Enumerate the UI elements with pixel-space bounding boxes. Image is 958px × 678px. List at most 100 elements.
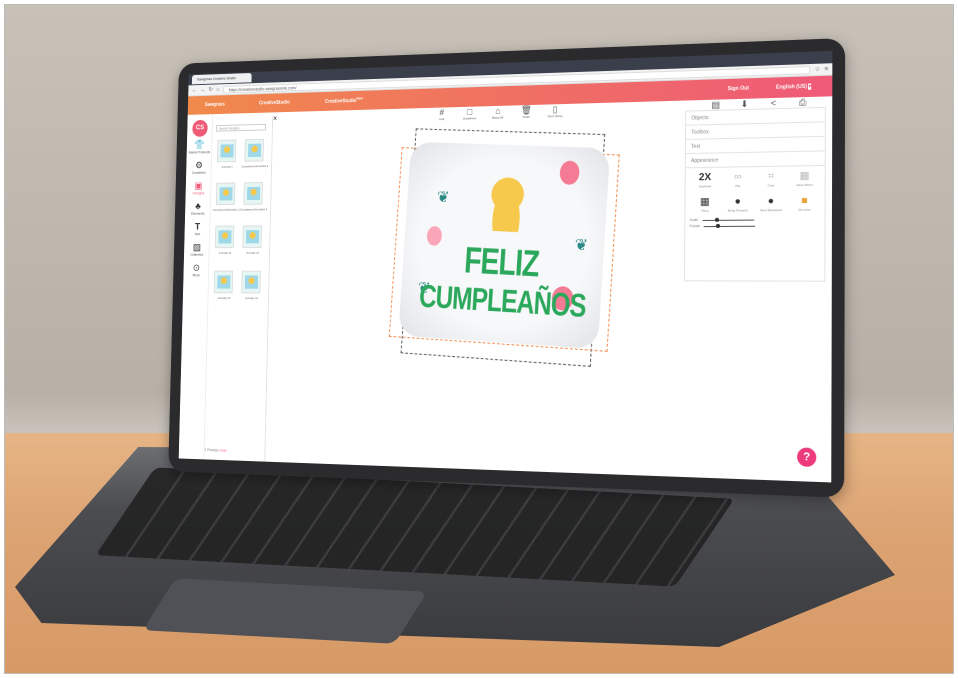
design-thumb[interactable]: Animals 13 xyxy=(214,271,233,294)
duplicate-button[interactable]: 2X Duplicate xyxy=(690,172,721,189)
home-icon[interactable]: ⌂ xyxy=(216,87,219,93)
thumb-label: CumpleanosSencillos 3 xyxy=(239,207,269,211)
slider-knob[interactable] xyxy=(716,223,720,227)
text-icon: T xyxy=(186,222,208,232)
menu-icon[interactable]: ≡ xyxy=(824,66,828,72)
photo-frame: Sawgrass Creative Studio ← → ↻ ⌂ https:/… xyxy=(4,4,954,674)
trash-icon: 🗑 xyxy=(519,105,534,115)
laptop-screen: Sawgrass Creative Studio ← → ↻ ⌂ https:/… xyxy=(179,51,833,483)
cs-logo: CS xyxy=(192,120,208,137)
page-icon: ▯ xyxy=(547,104,563,114)
toolbar-label: Grid xyxy=(439,117,444,121)
clear-mirror-button[interactable]: ▦ Clear Mirror xyxy=(789,170,821,187)
back-icon[interactable]: ← xyxy=(192,87,197,93)
design-thumb[interactable]: Animals 12 xyxy=(242,225,262,248)
tiger-illustration xyxy=(484,174,529,233)
star-icon[interactable]: ☆ xyxy=(814,66,820,73)
creativestudio-new-link[interactable]: CreativeStudioNew xyxy=(325,97,363,105)
trash-button[interactable]: 🗑 Trash xyxy=(519,105,534,119)
leaf-icon: ❦ xyxy=(436,187,450,207)
grid-button[interactable]: # Grid xyxy=(434,107,449,121)
headline-text[interactable]: FELIZ CUMPLEAÑOS xyxy=(418,240,584,326)
flip-button[interactable]: ∞ Flip xyxy=(722,171,753,188)
bleed-icon: ⌂ xyxy=(490,106,505,116)
send-backward-icon: ● xyxy=(755,195,786,208)
toolbar-label: Guidelines xyxy=(463,116,476,120)
slider-knob[interactable] xyxy=(715,217,719,221)
tiling-button[interactable]: ▦ Tiling xyxy=(690,196,721,213)
bring-forward-button[interactable]: ● Bring Forward xyxy=(722,196,753,213)
guidelines-icon: □ xyxy=(462,107,477,117)
rotate-slider[interactable]: Rotate xyxy=(685,222,824,229)
thumb-image xyxy=(248,144,261,157)
sidebar-item-text[interactable]: T Text xyxy=(186,222,208,236)
bring-forward-icon: ● xyxy=(722,196,753,209)
brand-link[interactable]: Sawgrass xyxy=(205,102,225,108)
reload-icon[interactable]: ↻ xyxy=(209,86,213,93)
dont-show-button[interactable]: ▯ Don't Show xyxy=(547,104,563,118)
slider-track xyxy=(704,225,755,226)
print-icon: ⎙ xyxy=(794,97,811,108)
creativestudio-link[interactable]: CreativeStudio xyxy=(259,100,290,107)
tools-row: 2X Duplicate ∞ Flip ⌗ Crop ▦ Clear Mirror xyxy=(686,166,825,193)
thumb-label: Animals 11 xyxy=(210,251,239,255)
tiling-icon: ▦ xyxy=(690,196,721,209)
download-icon: ⬇ xyxy=(736,99,753,110)
bleed-button[interactable]: ⌂ Bleed All xyxy=(490,106,505,120)
clear-link[interactable]: Clear xyxy=(219,449,226,453)
crop-button[interactable]: ⌗ Crop xyxy=(755,171,786,188)
shirt-icon: 👕 xyxy=(188,140,210,151)
scale-label: Scale xyxy=(689,218,698,222)
sidebar-item-more[interactable]: ⊙ More xyxy=(185,263,207,277)
panel-footer: 1 Photo(s) Clear xyxy=(205,448,227,453)
design-thumb[interactable]: Animals 1 xyxy=(217,140,236,163)
tool-label: Crop xyxy=(768,183,775,187)
help-button[interactable]: ? xyxy=(797,447,816,467)
chevron-down-icon: ▾ xyxy=(809,84,812,90)
toolbar-label: Trash xyxy=(523,115,530,119)
tools-row: ▦ Tiling ● Bring Forward ● Send Backward ■ F… xyxy=(685,191,824,217)
crop-icon: ⌗ xyxy=(755,171,786,184)
send-backward-button[interactable]: ● Send Backward xyxy=(755,195,786,212)
thumb-label: Animals 12 xyxy=(238,251,268,255)
sign-out-link[interactable]: Sign Out xyxy=(728,85,749,92)
forward-icon[interactable]: → xyxy=(200,87,205,93)
flip-icon: ∞ xyxy=(722,171,753,184)
pillow-canvas[interactable]: ❦ ❦ ❦ FELIZ CUMPLEAÑOS xyxy=(388,132,620,360)
new-badge: New xyxy=(356,97,363,101)
photo-count: 1 Photo(s) xyxy=(205,448,219,452)
design-thumb[interactable]: CumpleanosSencillos 2 xyxy=(216,182,235,205)
sidebar-item-label: Creations xyxy=(192,171,206,175)
design-thumb[interactable]: CumpleanosSencillos 1 xyxy=(244,139,264,162)
fill-color-button[interactable]: ■ Fill Color xyxy=(789,195,821,212)
guidelines-button[interactable]: □ Guidelines xyxy=(462,107,477,121)
design-thumb[interactable]: Animals 11 xyxy=(215,226,234,249)
thumb-image xyxy=(245,275,258,288)
design-thumb[interactable]: Animals 14 xyxy=(241,271,261,294)
more-icon: ⊙ xyxy=(185,263,207,273)
design-icon: ▣ xyxy=(187,181,209,192)
thumb-image xyxy=(221,144,234,157)
design-search-input[interactable]: Search designs... xyxy=(216,124,266,132)
product2-label: CreativeStudio xyxy=(325,98,357,105)
tool-label: Duplicate xyxy=(699,184,712,188)
close-panel-icon[interactable]: × xyxy=(273,114,277,123)
tool-label: Bring Forward xyxy=(728,208,747,212)
thumb-label: CumpleanosSencillos 1 xyxy=(240,164,270,168)
design-thumb[interactable]: CumpleanosSencillos 3 xyxy=(243,182,263,205)
mirror-icon: ▦ xyxy=(789,170,821,183)
sidebar-item-creations[interactable]: ⚙ Creations xyxy=(188,161,210,175)
thumb-label: Animals 13 xyxy=(209,296,238,300)
sidebar-item-galleries[interactable]: ▨ Galleries xyxy=(186,243,208,257)
sidebar-item-label: Blank Products xyxy=(189,150,211,154)
sidebar-item-elements[interactable]: ♣ Elements xyxy=(187,202,209,216)
rotate-label: Rotate xyxy=(689,224,700,228)
toolbar-label: Don't Show xyxy=(548,114,563,118)
toolbar-label: Bleed All xyxy=(492,116,503,120)
sidebar-item-label: More xyxy=(192,273,199,277)
thumb-image xyxy=(218,230,231,243)
sidebar-item-blank-products[interactable]: 👕 Blank Products xyxy=(188,140,210,154)
language-selector[interactable]: English (US) ▾ xyxy=(776,84,811,91)
sidebar-item-designs[interactable]: ▣ Designs xyxy=(187,181,209,195)
canvas-toolbar: # Grid □ Guidelines ⌂ Bleed All 🗑 Trash ▯ Don… xyxy=(434,104,563,121)
